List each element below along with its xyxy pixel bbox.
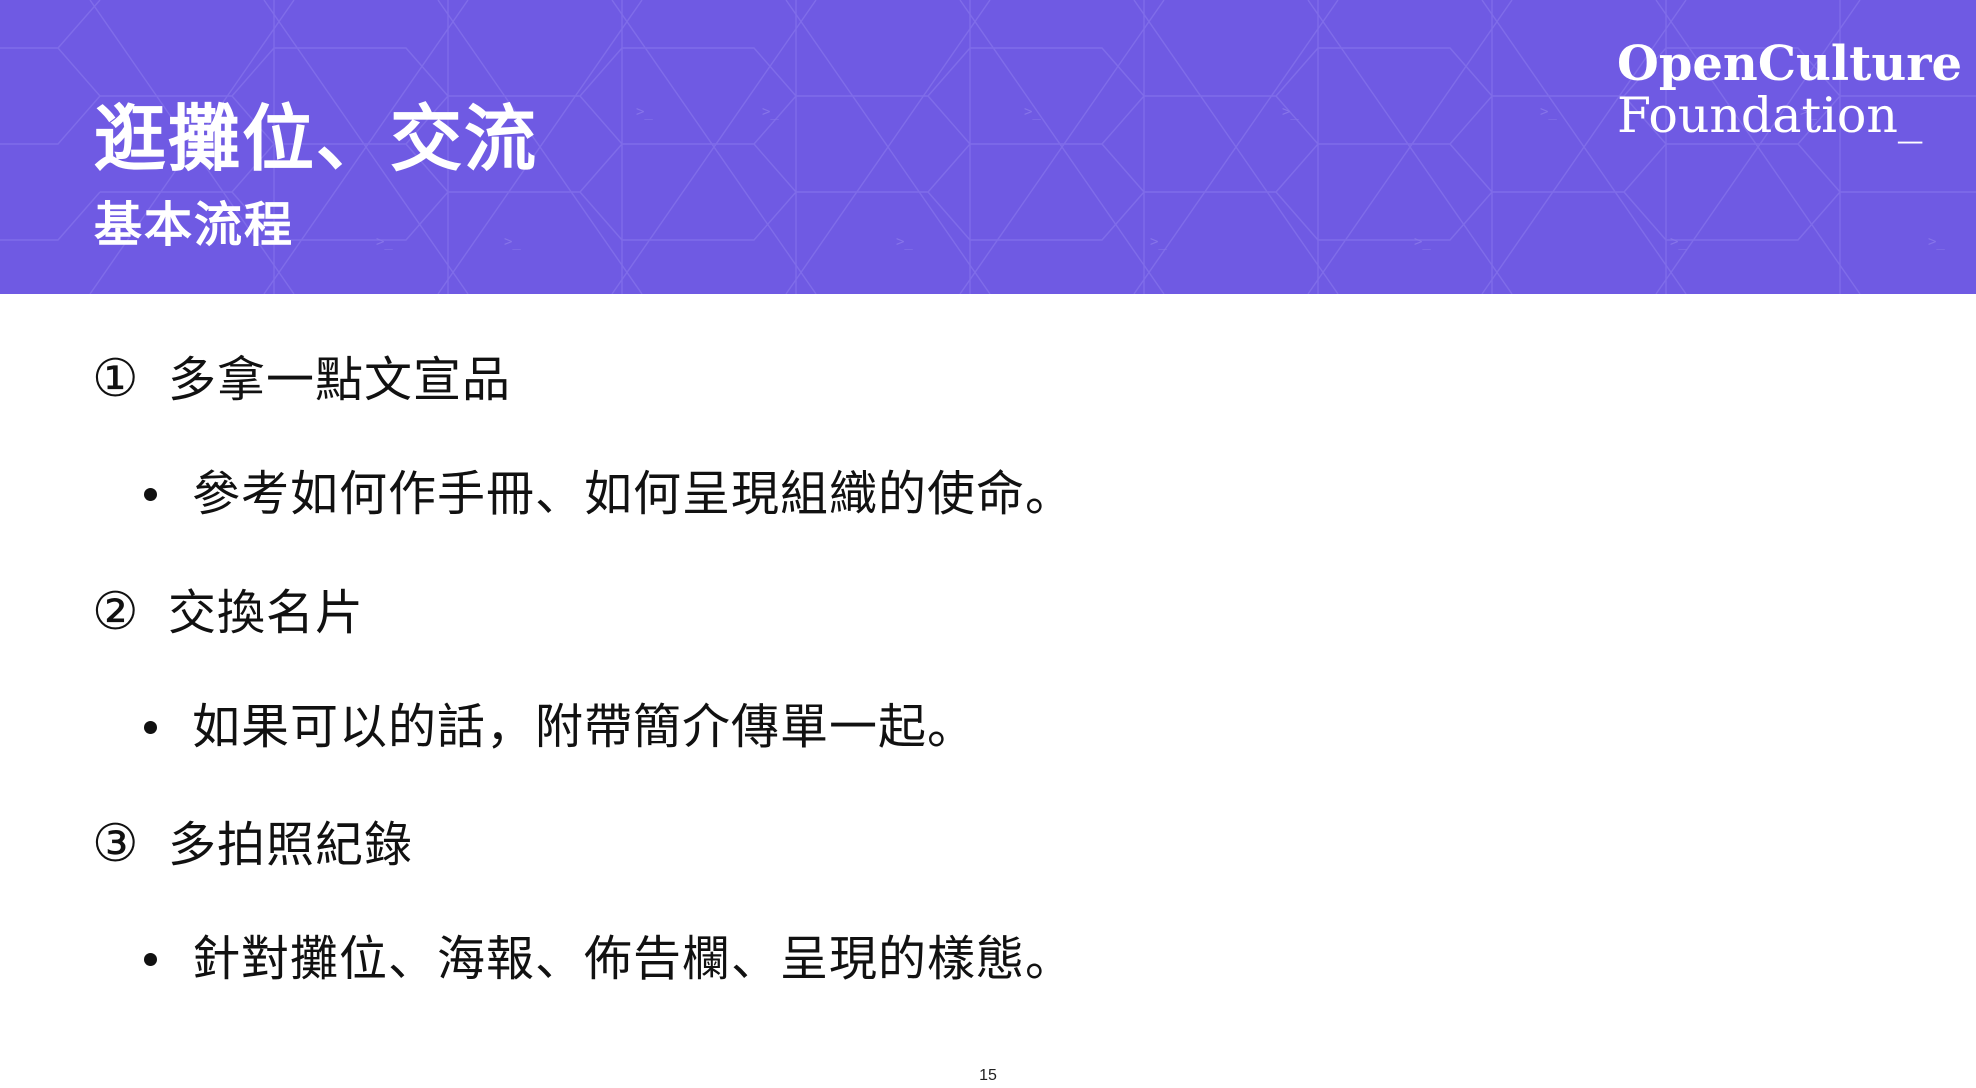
svg-text:>_: >_ (762, 104, 779, 120)
bullet-text: 針對攤位、海報、佈告欄、呈現的樣態。 (192, 931, 1075, 987)
svg-text:>_: >_ (1282, 104, 1299, 120)
svg-text:>_: >_ (1150, 234, 1167, 250)
slide-content: ① 多拿一點文宣品 參考如何作手冊、如何呈現組織的使命。 ② 交換名片 如果可以的話… (0, 294, 1976, 1088)
slide-subtitle: 基本流程 (94, 197, 295, 253)
bullet-icon (144, 953, 157, 966)
bullet-item: 針對攤位、海報、佈告欄、呈現的樣態。 (144, 930, 1074, 988)
logo-text-line: Foundation_ (1617, 87, 1923, 144)
page-number: 15 (979, 1067, 997, 1084)
svg-text:>_: >_ (896, 234, 913, 250)
slide-header: >_ >_ >_ >_ >_ >_ >_ >_ >_ >_ >_ >_ >_ 逛攤位、交流 … (0, 0, 1976, 294)
presentation-slide: >_ >_ >_ >_ >_ >_ >_ >_ >_ >_ >_ >_ >_ 逛攤位、交流 … (0, 0, 1976, 1088)
circled-number: ③ (92, 814, 140, 874)
bullet-text: 如果可以的話，附帶簡介傳單一起。 (192, 699, 977, 755)
svg-text:>_: >_ (504, 234, 521, 250)
item-heading-text: 多拍照紀錄 (168, 817, 414, 873)
circled-number: ① (92, 349, 140, 409)
svg-text:>_: >_ (1670, 234, 1687, 250)
svg-text:>_: >_ (636, 104, 653, 120)
numbered-item-heading: ② 交換名片 (92, 583, 364, 642)
bullet-item: 如果可以的話，附帶簡介傳單一起。 (144, 698, 976, 756)
logo-text-line: OpenCulture (1617, 36, 1963, 92)
svg-text:>_: >_ (376, 234, 393, 250)
bullet-text: 參考如何作手冊、如何呈現組織的使命。 (192, 466, 1075, 522)
svg-text:>_: >_ (1540, 104, 1557, 120)
svg-text:>_: >_ (1414, 234, 1431, 250)
slide-title: 逛攤位、交流 (94, 97, 539, 181)
item-heading-text: 多拿一點文宣品 (168, 352, 512, 408)
svg-text:>_: >_ (1928, 234, 1945, 250)
numbered-item-heading: ③ 多拍照紀錄 (92, 815, 413, 874)
item-heading-text: 交換名片 (168, 585, 365, 641)
bullet-icon (144, 488, 157, 501)
bullet-item: 參考如何作手冊、如何呈現組織的使命。 (144, 465, 1074, 523)
circled-number: ② (92, 582, 140, 642)
bullet-icon (144, 721, 157, 734)
opencultre-foundation-logo: OpenCulture Foundation_ (1617, 36, 1963, 148)
numbered-item-heading: ① 多拿一點文宣品 (92, 350, 511, 409)
svg-text:>_: >_ (1024, 104, 1041, 120)
